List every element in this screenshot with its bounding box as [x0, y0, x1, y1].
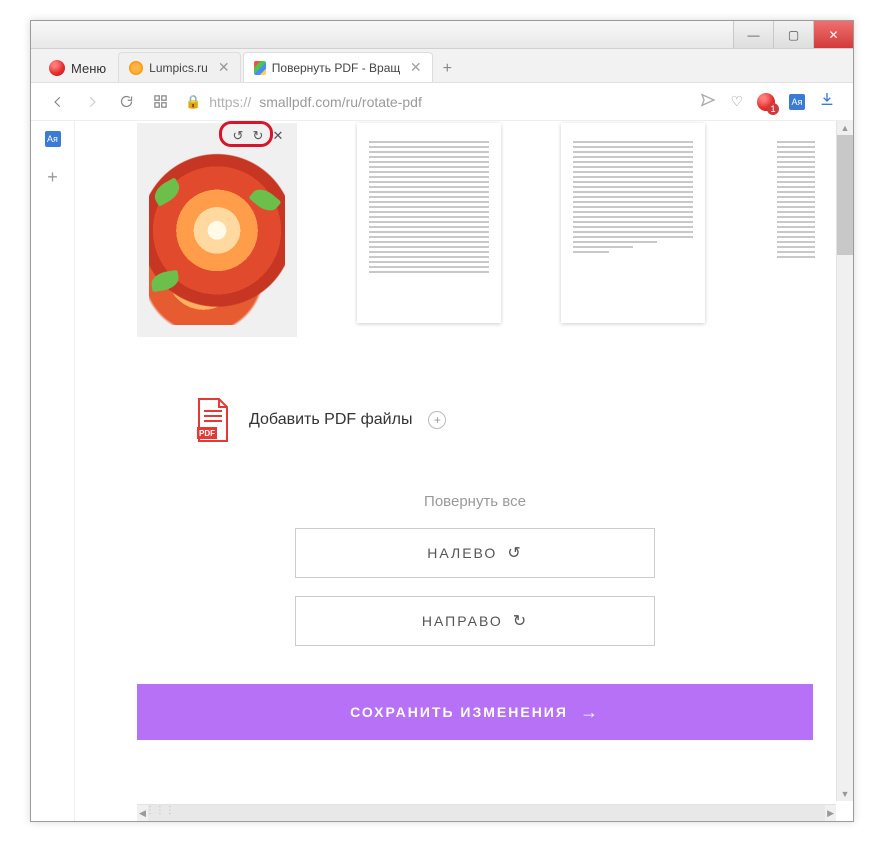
thumb-rotate-right-button[interactable]: ↻ — [249, 127, 267, 145]
rotate-all-title: Повернуть все — [424, 493, 526, 510]
new-tab-button[interactable]: + — [435, 56, 460, 82]
tab-title: Повернуть PDF - Вращать — [272, 61, 400, 75]
left-sidebar: Ая + — [31, 121, 75, 821]
add-files-plus-icon[interactable]: + — [428, 411, 446, 429]
translate-icon[interactable]: Ая — [789, 94, 805, 110]
add-files-label: Добавить PDF файлы — [249, 411, 412, 429]
page-thumb-2[interactable] — [357, 123, 501, 323]
page-thumb-4[interactable] — [765, 123, 815, 323]
tab-strip: Меню Lumpics.ru ✕ Повернуть PDF - Вращат… — [31, 49, 853, 83]
app-window: — ▢ ✕ Меню Lumpics.ru ✕ Повернуть PDF - … — [30, 20, 854, 822]
sidebar-translate-icon[interactable]: Ая — [43, 129, 63, 149]
opera-notifications-icon[interactable]: 1 — [757, 93, 775, 111]
lumpics-favicon-icon — [129, 61, 143, 75]
client-area: Ая + ↺ ↻ ✕ — [31, 121, 853, 821]
downloads-icon[interactable] — [819, 91, 835, 112]
window-minimize-button[interactable]: — — [733, 21, 773, 48]
tab-lumpics[interactable]: Lumpics.ru ✕ — [118, 52, 240, 82]
tab-close-icon[interactable]: ✕ — [410, 59, 422, 76]
titlebar: — ▢ ✕ — [31, 21, 853, 49]
page-content: ↺ ↻ ✕ — [75, 121, 853, 821]
tab-close-icon[interactable]: ✕ — [218, 59, 230, 76]
url-scheme: https:// — [209, 94, 251, 110]
page-thumb-1[interactable]: ↺ ↻ ✕ — [137, 123, 297, 337]
speed-dial-button[interactable] — [151, 93, 169, 111]
scroll-down-arrow-icon[interactable]: ▼ — [839, 787, 852, 801]
tab-smallpdf[interactable]: Повернуть PDF - Вращать ✕ — [243, 52, 433, 82]
nav-reload-button[interactable] — [117, 93, 135, 111]
svg-text:PDF: PDF — [199, 429, 215, 438]
nav-forward-button[interactable] — [83, 93, 101, 111]
save-label: СОХРАНИТЬ ИЗМЕНЕНИЯ — [350, 704, 568, 720]
translate-badge-icon: Ая — [45, 131, 61, 147]
window-maximize-button[interactable]: ▢ — [773, 21, 813, 48]
rotate-left-label: НАЛЕВО — [427, 545, 497, 561]
tab-title: Lumpics.ru — [149, 61, 208, 75]
rotate-all-section: Повернуть все НАЛЕВО ↺ НАПРАВО ↻ СОХРАНИ… — [137, 493, 853, 740]
sidebar-add-icon[interactable]: + — [43, 167, 63, 187]
rotate-right-button[interactable]: НАПРАВО ↻ — [295, 596, 655, 646]
notification-count: 1 — [767, 103, 779, 115]
add-files-row[interactable]: PDF Добавить PDF файлы + — [137, 397, 853, 443]
lock-icon: 🔒 — [185, 94, 201, 110]
save-changes-button[interactable]: СОХРАНИТЬ ИЗМЕНЕНИЯ → — [137, 684, 813, 740]
pdf-file-icon: PDF — [193, 397, 233, 443]
rotate-right-icon: ↻ — [513, 611, 528, 631]
thumb-rotate-left-button[interactable]: ↺ — [229, 127, 247, 145]
scroll-up-arrow-icon[interactable]: ▲ — [839, 121, 852, 135]
address-right-icons: ♡ 1 Ая — [700, 91, 835, 112]
nav-back-button[interactable] — [49, 93, 67, 111]
url-path: smallpdf.com/ru/rotate-pdf — [259, 94, 422, 110]
horizontal-scroll-thumb[interactable]: ⋮⋮⋮ — [148, 805, 825, 821]
bookmark-icon[interactable]: ♡ — [730, 93, 743, 110]
rotate-right-label: НАПРАВО — [422, 613, 503, 629]
menu-label: Меню — [71, 61, 106, 76]
opera-menu-button[interactable]: Меню — [37, 54, 118, 82]
vertical-scroll-thumb[interactable] — [837, 135, 853, 255]
url-field[interactable]: 🔒 https:// smallpdf.com/ru/rotate-pdf — [185, 94, 684, 110]
thumb-image-apples — [149, 153, 285, 325]
rotate-left-button[interactable]: НАЛЕВО ↺ — [295, 528, 655, 578]
thumb-remove-button[interactable]: ✕ — [269, 127, 287, 145]
page-thumbnails-row: ↺ ↻ ✕ — [137, 121, 853, 337]
thumb-toolbar: ↺ ↻ ✕ — [229, 127, 287, 145]
window-close-button[interactable]: ✕ — [813, 21, 853, 48]
save-arrow-icon: → — [580, 702, 600, 723]
scroll-right-arrow-icon[interactable]: ▶ — [825, 806, 836, 821]
address-bar: 🔒 https:// smallpdf.com/ru/rotate-pdf ♡ … — [31, 83, 853, 121]
opera-logo-icon — [49, 60, 65, 76]
page-thumb-3[interactable] — [561, 123, 705, 323]
vertical-scrollbar[interactable]: ▲ ▼ — [836, 121, 853, 801]
rotate-left-icon: ↺ — [507, 543, 522, 563]
horizontal-scrollbar[interactable]: ◀ ⋮⋮⋮ ▶ — [137, 804, 836, 821]
smallpdf-favicon-icon — [254, 61, 266, 75]
send-to-flow-icon[interactable] — [700, 92, 716, 111]
